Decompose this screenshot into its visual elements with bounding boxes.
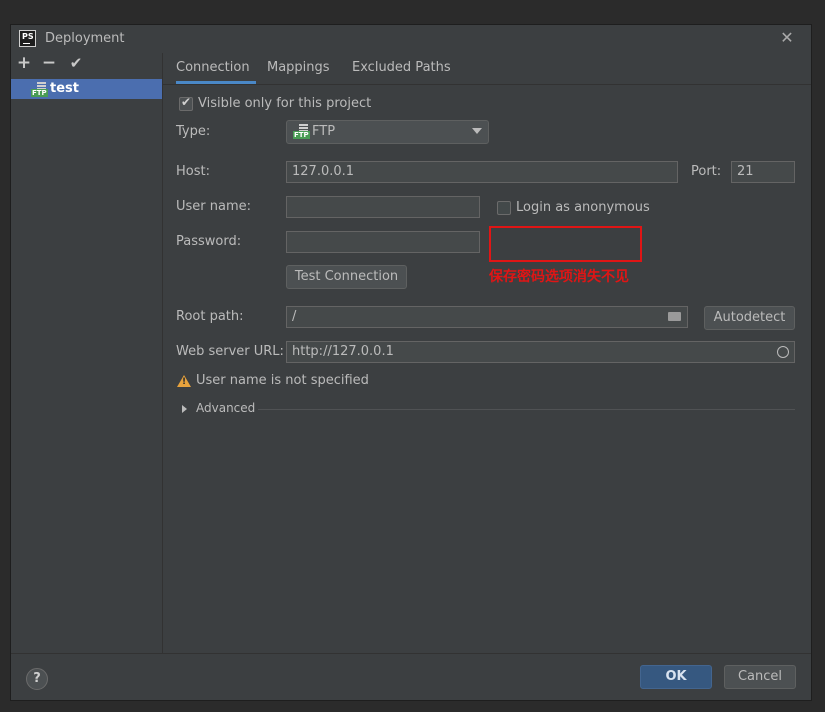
- ftp-icon: FTP: [293, 124, 310, 139]
- type-select[interactable]: FTP FTP: [286, 120, 489, 144]
- deployment-dialog: PS Deployment ✕ + − ✔ FTP test Connectio…: [11, 25, 811, 700]
- username-input[interactable]: [286, 196, 480, 218]
- annotation-note: 保存密码选项消失不见: [489, 269, 629, 285]
- port-input[interactable]: 21: [731, 161, 795, 183]
- anonymous-label: Login as anonymous: [516, 200, 650, 215]
- password-label: Password:: [176, 234, 242, 249]
- window-title: Deployment: [45, 31, 125, 46]
- type-label: Type:: [176, 124, 211, 139]
- tab-connection[interactable]: Connection: [176, 60, 256, 84]
- anonymous-checkbox[interactable]: [497, 201, 511, 215]
- host-input[interactable]: 127.0.0.1: [286, 161, 678, 183]
- phpstorm-icon: PS: [19, 30, 36, 47]
- annotation-highlight-box: [489, 226, 642, 262]
- host-label: Host:: [176, 164, 210, 179]
- globe-icon[interactable]: [777, 346, 789, 358]
- remove-server-icon[interactable]: −: [41, 54, 57, 72]
- advanced-toggle[interactable]: Advanced: [196, 401, 255, 415]
- visible-only-checkbox[interactable]: ✔: [179, 95, 193, 111]
- chevron-down-icon: [472, 128, 482, 134]
- server-name: test: [50, 81, 79, 96]
- set-default-icon[interactable]: ✔: [68, 54, 84, 72]
- help-button[interactable]: ?: [26, 668, 48, 690]
- test-connection-button[interactable]: Test Connection: [286, 265, 407, 289]
- username-label: User name:: [176, 199, 252, 214]
- root-path-input[interactable]: /: [286, 306, 688, 328]
- title-bar: PS Deployment ✕: [11, 25, 811, 53]
- warning-message: User name is not specified: [196, 373, 369, 388]
- tab-mappings[interactable]: Mappings: [267, 60, 330, 84]
- add-server-icon[interactable]: +: [16, 54, 32, 72]
- visible-only-label: Visible only for this project: [198, 96, 372, 111]
- ftp-server-icon: FTP: [31, 82, 48, 97]
- tab-excluded-paths[interactable]: Excluded Paths: [352, 60, 451, 84]
- web-url-label: Web server URL:: [176, 344, 284, 359]
- advanced-divider: [258, 409, 795, 410]
- server-list-panel: + − ✔ FTP test: [11, 53, 163, 653]
- cancel-button[interactable]: Cancel: [724, 665, 796, 689]
- dialog-footer: ? OK Cancel: [11, 653, 811, 701]
- chevron-right-icon[interactable]: [182, 405, 187, 413]
- folder-icon[interactable]: [668, 312, 681, 321]
- ok-button[interactable]: OK: [640, 665, 712, 689]
- checkmark-icon: ✔: [181, 95, 192, 109]
- type-value: FTP: [312, 124, 336, 139]
- connection-panel: ✔ Visible only for this project Type: FT…: [163, 85, 811, 653]
- tab-bar: Connection Mappings Excluded Paths: [163, 53, 811, 85]
- web-url-value: http://127.0.0.1: [292, 344, 394, 359]
- server-item-test[interactable]: FTP test: [11, 79, 162, 99]
- password-input[interactable]: [286, 231, 480, 253]
- port-label: Port:: [691, 164, 722, 179]
- root-path-label: Root path:: [176, 309, 244, 324]
- autodetect-button[interactable]: Autodetect: [704, 306, 795, 330]
- root-path-value: /: [292, 309, 297, 324]
- warning-icon: !: [177, 375, 191, 387]
- web-url-input[interactable]: http://127.0.0.1: [286, 341, 795, 363]
- close-icon[interactable]: ✕: [778, 29, 796, 47]
